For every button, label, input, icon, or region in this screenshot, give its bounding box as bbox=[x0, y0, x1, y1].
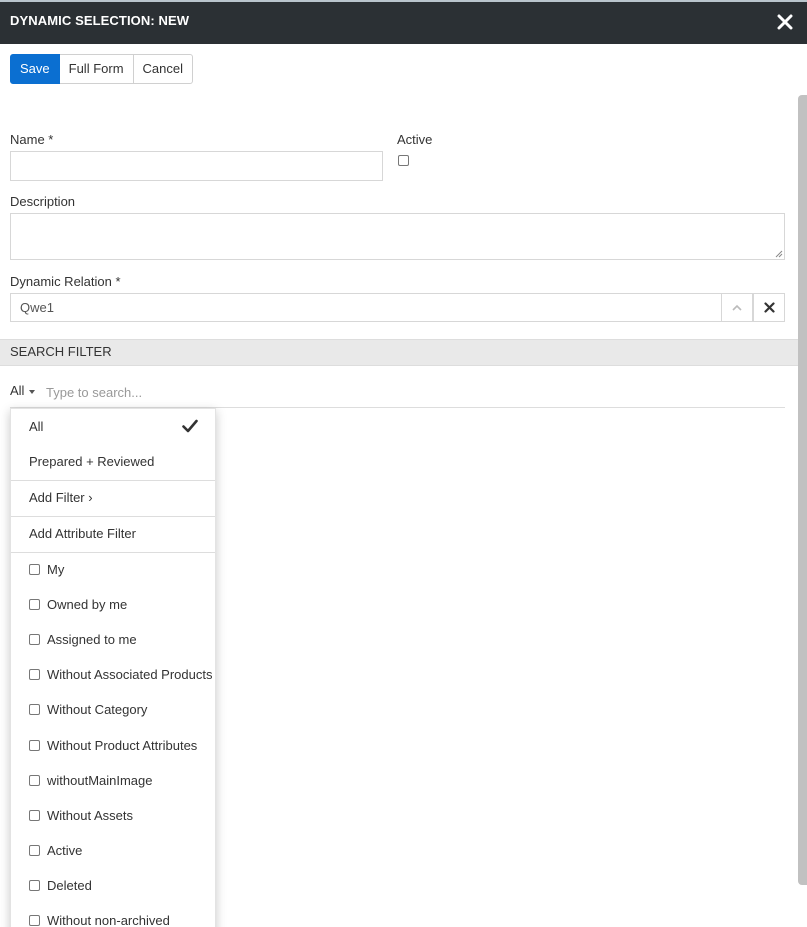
add-attribute-filter-item[interactable]: Add Attribute Filter bbox=[11, 516, 215, 551]
full-form-button[interactable]: Full Form bbox=[59, 54, 134, 84]
relation-select-button[interactable] bbox=[721, 293, 753, 322]
filter-checkbox-without-main-image[interactable]: withoutMainImage bbox=[11, 763, 215, 798]
filter-option-prepared-reviewed[interactable]: Prepared + Reviewed bbox=[11, 444, 215, 479]
filter-option-label: All bbox=[29, 419, 44, 434]
filter-checkbox-label: Without Assets bbox=[47, 808, 133, 823]
modal-title: DYNAMIC SELECTION: NEW bbox=[10, 13, 190, 28]
filter-option-label: Prepared + Reviewed bbox=[29, 454, 155, 469]
checkbox[interactable] bbox=[29, 704, 40, 715]
filter-checkbox-my[interactable]: My bbox=[11, 552, 215, 587]
modal-header: DYNAMIC SELECTION: NEW bbox=[0, 0, 807, 44]
checkbox[interactable] bbox=[29, 669, 40, 680]
filter-checkbox-label: withoutMainImage bbox=[47, 773, 153, 788]
description-label: Description bbox=[10, 194, 76, 209]
filter-checkbox-without-associated-products[interactable]: Without Associated Products bbox=[11, 657, 215, 692]
name-input[interactable] bbox=[10, 151, 383, 181]
filter-checkbox-without-product-attributes[interactable]: Without Product Attributes bbox=[11, 728, 215, 763]
filter-checkbox-owned-by-me[interactable]: Owned by me bbox=[11, 587, 215, 622]
filter-checkbox-without-category[interactable]: Without Category bbox=[11, 692, 215, 727]
search-filter-header: SEARCH FILTER bbox=[0, 339, 798, 366]
filter-checkbox-label: My bbox=[47, 562, 65, 577]
checkbox[interactable] bbox=[29, 845, 40, 856]
filter-checkbox-label: Deleted bbox=[47, 878, 92, 893]
filter-checkbox-label: Assigned to me bbox=[47, 632, 137, 647]
filter-checkbox-assigned-to-me[interactable]: Assigned to me bbox=[11, 622, 215, 657]
name-label: Name * bbox=[10, 132, 54, 147]
dynamic-relation-field[interactable]: Qwe1 bbox=[10, 293, 722, 322]
close-icon[interactable] bbox=[777, 14, 793, 30]
filter-checkbox-label: Active bbox=[47, 843, 83, 858]
filter-checkbox-without-assets[interactable]: Without Assets bbox=[11, 798, 215, 833]
active-label: Active bbox=[397, 132, 433, 147]
checkbox[interactable] bbox=[29, 775, 40, 786]
filter-checkbox-without-non-archived[interactable]: Without non-archived bbox=[11, 903, 215, 927]
checkbox[interactable] bbox=[29, 880, 40, 891]
checkbox[interactable] bbox=[29, 915, 40, 926]
toolbar-button-group: Save Full Form Cancel bbox=[10, 54, 193, 84]
description-textarea[interactable] bbox=[10, 213, 785, 260]
filter-option-all[interactable]: All bbox=[11, 409, 215, 444]
checkbox[interactable] bbox=[29, 634, 40, 645]
search-row: All bbox=[10, 380, 785, 408]
filter-checkbox-label: Owned by me bbox=[47, 597, 128, 612]
resize-handle-icon[interactable] bbox=[774, 249, 783, 258]
scrollbar-thumb[interactable] bbox=[798, 95, 807, 885]
search-input[interactable] bbox=[46, 383, 746, 401]
caret-down-icon bbox=[29, 389, 36, 394]
add-filter-item[interactable]: Add Filter › bbox=[11, 480, 215, 515]
filter-checkbox-label: Without Associated Products bbox=[47, 667, 213, 682]
relation-clear-button[interactable] bbox=[753, 293, 785, 322]
chevron-up-icon bbox=[732, 304, 742, 311]
cancel-button[interactable]: Cancel bbox=[133, 54, 193, 84]
clear-icon bbox=[763, 302, 775, 313]
dynamic-relation-label: Dynamic Relation * bbox=[10, 274, 121, 289]
checkbox[interactable] bbox=[29, 740, 40, 751]
filter-checkbox-deleted[interactable]: Deleted bbox=[11, 868, 215, 903]
checkbox[interactable] bbox=[29, 599, 40, 610]
checkbox[interactable] bbox=[29, 810, 40, 821]
checkbox[interactable] bbox=[29, 564, 40, 575]
filter-selected-label: All bbox=[10, 383, 25, 398]
filter-checkbox-label: Without Product Attributes bbox=[47, 738, 198, 753]
filter-dropdown-menu: All Prepared + Reviewed Add Filter › Add… bbox=[10, 408, 216, 927]
filter-checkbox-label: Without non-archived bbox=[47, 913, 170, 927]
checkmark-icon bbox=[182, 419, 198, 433]
active-checkbox[interactable] bbox=[398, 155, 409, 166]
filter-checkbox-active[interactable]: Active bbox=[11, 833, 215, 868]
save-button[interactable]: Save bbox=[10, 54, 60, 84]
filter-dropdown-toggle[interactable]: All bbox=[10, 383, 36, 398]
filter-checkbox-label: Without Category bbox=[47, 702, 148, 717]
